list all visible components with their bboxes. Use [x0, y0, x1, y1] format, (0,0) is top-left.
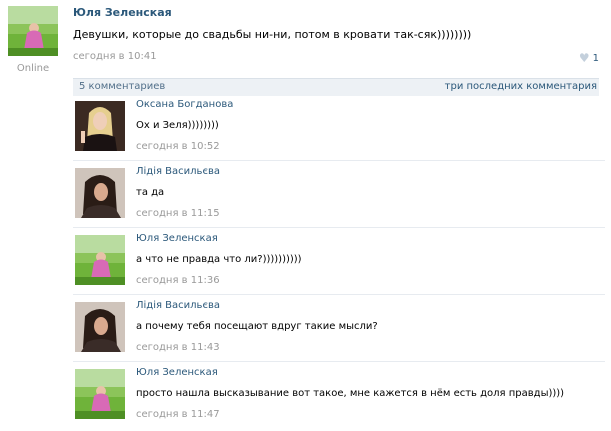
comment-author[interactable]: Оксана Богданова	[136, 99, 233, 110]
comment-item: Оксана Богданова Ох и Зеля)))))))) сегод…	[73, 97, 605, 163]
like-button[interactable]: ♥ 1	[579, 51, 599, 65]
comment-avatar[interactable]	[75, 235, 125, 285]
post-author-avatar[interactable]	[8, 6, 58, 56]
comment-item: Лідія Васильєва а почему тебя посещают в…	[73, 298, 605, 364]
comment-time[interactable]: сегодня в 10:52	[136, 141, 220, 152]
comment-item: Лідія Васильєва та да сегодня в 11:15	[73, 164, 605, 230]
comment-item: Юля Зеленская просто нашла высказывание …	[73, 365, 605, 431]
comment-author[interactable]: Юля Зеленская	[136, 367, 218, 378]
comment-text: а что не правда что ли?))))))))))	[136, 254, 302, 265]
comment-text: просто нашла высказывание вот такое, мне…	[136, 388, 565, 399]
last-comments-link[interactable]: три последних комментария	[445, 81, 597, 92]
comment-divider	[73, 361, 605, 362]
post-author-name[interactable]: Юля Зеленская	[73, 6, 172, 19]
post-time[interactable]: сегодня в 10:41	[73, 51, 157, 62]
post-text: Девушки, которые до свадьбы ни-ни, потом…	[73, 28, 472, 41]
heart-icon: ♥	[578, 51, 590, 65]
online-status: Online	[16, 63, 50, 74]
comment-avatar[interactable]	[75, 168, 125, 218]
comment-divider	[73, 294, 605, 295]
comment-author[interactable]: Лідія Васильєва	[136, 166, 220, 177]
comment-author[interactable]: Юля Зеленская	[136, 233, 218, 244]
like-count: 1	[592, 52, 599, 64]
comment-divider	[73, 227, 605, 228]
comment-avatar[interactable]	[75, 101, 125, 151]
comment-divider	[73, 160, 605, 161]
comment-text: Ох и Зеля))))))))	[136, 120, 219, 131]
comment-time[interactable]: сегодня в 11:36	[136, 275, 220, 286]
comments-count-link[interactable]: 5 комментариев	[79, 81, 165, 92]
comment-time[interactable]: сегодня в 11:15	[136, 208, 220, 219]
comment-item: Юля Зеленская а что не правда что ли?)))…	[73, 231, 605, 297]
comment-time[interactable]: сегодня в 11:47	[136, 409, 220, 420]
comment-author[interactable]: Лідія Васильєва	[136, 300, 220, 311]
comment-avatar[interactable]	[75, 302, 125, 352]
comment-text: та да	[136, 187, 165, 198]
comment-avatar[interactable]	[75, 369, 125, 419]
comment-text: а почему тебя посещают вдруг такие мысли…	[136, 321, 378, 332]
comment-time[interactable]: сегодня в 11:43	[136, 342, 220, 353]
comments-bar: 5 комментариев три последних комментария	[73, 78, 599, 96]
